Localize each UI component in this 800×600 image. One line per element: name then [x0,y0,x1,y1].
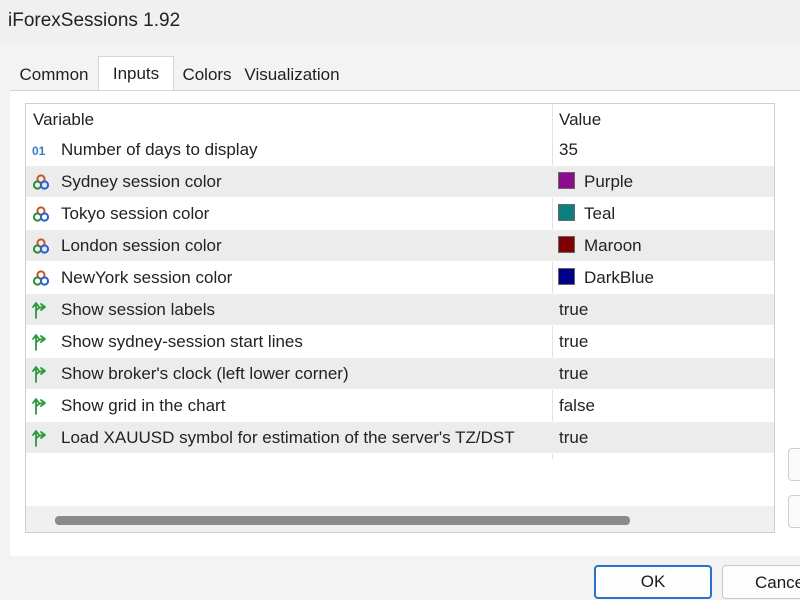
tab-visualization[interactable]: Visualization [240,60,344,90]
cancel-button[interactable]: Cancel [722,565,800,599]
input-row-show-grid[interactable]: Show grid in the chart false [26,390,774,422]
input-value[interactable]: Teal [584,198,615,230]
input-row-days[interactable]: 01 Number of days to display 35 [26,134,774,166]
scrollbar-thumb[interactable] [55,516,630,525]
input-row-brokers-clock[interactable]: Show broker's clock (left lower corner) … [26,358,774,390]
color-swatch [558,204,575,221]
input-name: Sydney session color [61,172,222,191]
input-value[interactable]: true [559,358,588,390]
color-palette-icon [32,238,50,254]
input-name: Show grid in the chart [61,396,226,415]
inputs-grid: Variable Value 01 Number of days to disp… [25,103,775,533]
header-variable[interactable]: Variable [33,104,94,134]
ok-button[interactable]: OK [594,565,712,599]
boolean-arrow-icon [32,302,46,319]
input-row-tokyo-color[interactable]: Tokyo session color Teal [26,198,774,230]
color-swatch [558,268,575,285]
svg-text:01: 01 [32,144,46,158]
color-swatch [558,236,575,253]
input-value[interactable]: true [559,326,588,358]
input-value[interactable]: true [559,294,588,326]
color-palette-icon [32,270,50,286]
window-title: iForexSessions 1.92 [8,10,181,31]
color-palette-icon [32,206,50,222]
input-name: NewYork session color [61,268,233,287]
input-name: London session color [61,236,222,255]
input-name: Tokyo session color [61,204,210,223]
input-value[interactable]: false [559,390,595,422]
input-row-session-labels[interactable]: Show session labels true [26,294,774,326]
input-name: Number of days to display [61,140,258,159]
input-row-sydney-start-lines[interactable]: Show sydney-session start lines true [26,326,774,358]
input-row-newyork-color[interactable]: NewYork session color DarkBlue [26,262,774,294]
boolean-arrow-icon [32,430,46,447]
title-bar: iForexSessions 1.92 [0,0,800,44]
input-value[interactable]: 35 [559,134,578,166]
input-name: Show session labels [61,300,216,319]
boolean-arrow-icon [32,334,46,351]
tab-strip: Common Inputs Colors Visualization [10,56,800,91]
input-name: Show broker's clock (left lower corner) [61,364,349,383]
integer-icon: 01 [32,144,46,158]
grid-header: Variable Value [26,104,774,134]
input-row-load-xauusd[interactable]: Load XAUUSD symbol for estimation of the… [26,422,774,454]
horizontal-scrollbar[interactable] [26,506,774,532]
input-value[interactable]: true [559,422,588,454]
tab-common[interactable]: Common [10,60,98,90]
color-swatch [558,172,575,189]
input-value[interactable]: Purple [584,166,633,198]
boolean-arrow-icon [32,398,46,415]
tab-inputs[interactable]: Inputs [98,56,174,91]
tab-colors[interactable]: Colors [174,60,240,90]
input-value[interactable]: Maroon [584,230,642,262]
input-row-london-color[interactable]: London session color Maroon [26,230,774,262]
input-name: Load XAUUSD symbol for estimation of the… [61,428,515,447]
input-value[interactable]: DarkBlue [584,262,654,294]
input-name: Show sydney-session start lines [61,332,303,351]
color-palette-icon [32,174,50,190]
input-row-sydney-color[interactable]: Sydney session color Purple [26,166,774,198]
header-value[interactable]: Value [559,104,601,134]
boolean-arrow-icon [32,366,46,383]
side-button-upper[interactable] [788,448,800,481]
side-button-lower[interactable] [788,495,800,528]
